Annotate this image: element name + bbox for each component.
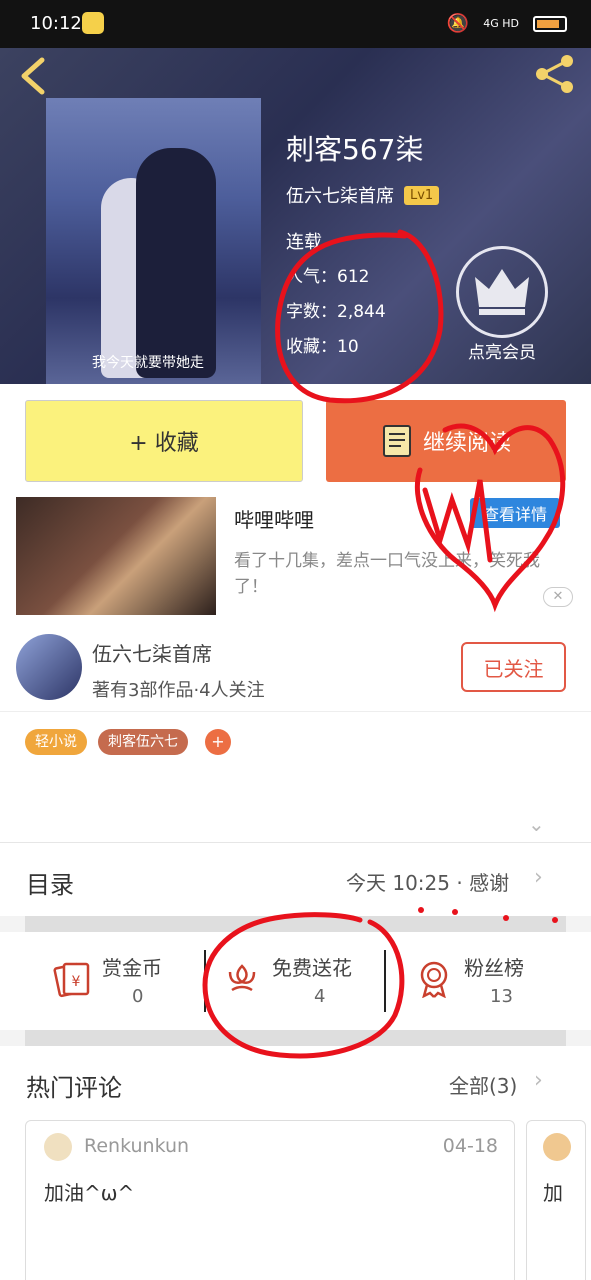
catalog-row[interactable]: 目录 今天 10:25 · 感谢 ›	[0, 842, 591, 916]
chevron-down-icon[interactable]: ⌄	[528, 812, 545, 836]
share-button[interactable]	[533, 52, 577, 96]
favorite-button[interactable]: + 收藏	[25, 400, 303, 482]
book-author-line[interactable]: 伍六七柒首席 Lv1	[286, 182, 440, 208]
book-cover[interactable]: 我今天就要带她走	[46, 98, 261, 384]
rewards-row: ¥ 赏金币 0 免费送花 4 粉丝榜 13	[0, 932, 591, 1030]
comment-text: 加油^ω^	[44, 1181, 135, 1205]
chevron-right-icon: ›	[534, 865, 543, 890]
follow-button[interactable]: 已关注	[461, 642, 566, 692]
ad-view-details-button[interactable]: 查看详情	[470, 498, 560, 528]
mute-icon: 🔕	[446, 13, 470, 34]
comments-header[interactable]: 热门评论 全部(3) ›	[0, 1046, 591, 1120]
status-icons: 🔕 4G HD	[447, 13, 567, 34]
notification-app-icon	[82, 12, 104, 34]
word-count-stat: 字数：2,844	[286, 302, 386, 322]
ad-thumbnail	[16, 497, 216, 615]
ad-banner[interactable]: 哔哩哔哩 查看详情 看了十几集，差点一口气没上来，笑死我了！ ✕	[0, 492, 591, 622]
tag-section: 轻小说 刺客伍六七 + ⌄	[0, 712, 591, 842]
reward-coins-label: 赏金币	[102, 956, 162, 980]
level-badge: Lv1	[404, 185, 440, 205]
reward-coins-count: 0	[132, 986, 144, 1007]
comment-user[interactable]: Renkunkun	[84, 1135, 189, 1157]
network-indicator: 4G HD	[483, 17, 519, 30]
svg-text:¥: ¥	[72, 974, 81, 990]
book-hero: 我今天就要带她走 刺客567柒 伍六七柒首席 Lv1 连载 人气：612 字数：…	[0, 48, 591, 384]
fan-ranking-button[interactable]: 粉丝榜 13	[414, 948, 591, 1014]
author-meta: 著有3部作品·4人关注	[92, 680, 265, 701]
catalog-title: 目录	[26, 871, 74, 899]
cover-figure-boy	[136, 148, 216, 378]
ad-description: 看了十几集，差点一口气没上来，笑死我了！	[234, 551, 540, 597]
comments-carousel[interactable]: Renkunkun 04-18 加油^ω^ 加	[0, 1120, 591, 1280]
share-icon	[536, 55, 573, 93]
catalog-meta: 今天 10:25 · 感谢	[346, 871, 510, 895]
comments-all-link[interactable]: 全部(3)	[449, 1070, 517, 1099]
back-button[interactable]	[16, 56, 52, 95]
comment-card[interactable]: Renkunkun 04-18 加油^ω^	[25, 1120, 515, 1280]
favorites-stat: 收藏：10	[286, 337, 359, 357]
serial-status: 连载	[286, 232, 322, 253]
comment-date: 04-18	[442, 1135, 498, 1157]
continue-reading-label: 继续阅读	[422, 431, 511, 456]
popularity-stat: 人气：612	[286, 267, 370, 287]
free-flower-button[interactable]: 免费送花 4	[222, 948, 402, 1014]
author-card[interactable]: 伍六七柒首席 著有3部作品·4人关注 已关注	[0, 622, 591, 712]
ad-title: 哔哩哔哩	[234, 508, 314, 532]
add-tag-button[interactable]: +	[205, 729, 231, 755]
author-name: 伍六七柒首席	[92, 642, 212, 666]
chevron-right-icon: ›	[534, 1068, 543, 1093]
vip-button[interactable]	[456, 246, 548, 338]
vip-label: 点亮会员	[468, 343, 536, 363]
ad-close-button[interactable]: ✕	[543, 587, 573, 607]
battery-icon	[533, 15, 567, 32]
free-flower-count: 4	[314, 986, 326, 1007]
comments-title: 热门评论	[26, 1074, 122, 1102]
fan-ranking-label: 粉丝榜	[464, 956, 524, 980]
red-envelope-icon: ¥	[53, 962, 90, 998]
fan-ranking-count: 13	[490, 986, 513, 1007]
status-bar: 10:12 🔕 4G HD	[0, 0, 591, 48]
avatar[interactable]	[16, 634, 82, 700]
book-title: 刺客567柒	[286, 133, 424, 166]
book-author: 伍六七柒首席	[286, 186, 394, 207]
chevron-left-icon	[21, 57, 45, 95]
flower-icon	[228, 964, 256, 992]
action-bar: + 收藏 继续阅读	[0, 384, 591, 492]
avatar[interactable]	[543, 1133, 571, 1161]
book-icon	[382, 425, 411, 457]
divider	[25, 916, 566, 932]
tag-wuliuqi[interactable]: 刺客伍六七	[98, 729, 188, 755]
comment-text: 加	[543, 1181, 563, 1205]
free-flower-label: 免费送花	[272, 956, 352, 980]
crown-icon	[475, 269, 529, 315]
clock: 10:12	[30, 13, 82, 34]
divider	[25, 1030, 566, 1046]
cover-caption: 我今天就要带她走	[92, 355, 204, 371]
divider	[384, 950, 386, 1012]
continue-reading-button[interactable]: 继续阅读	[326, 400, 566, 482]
comment-card[interactable]: 加	[526, 1120, 586, 1280]
medal-icon	[420, 961, 448, 998]
avatar[interactable]	[44, 1133, 72, 1161]
divider	[204, 950, 206, 1012]
tag-light-novel[interactable]: 轻小说	[25, 729, 87, 755]
